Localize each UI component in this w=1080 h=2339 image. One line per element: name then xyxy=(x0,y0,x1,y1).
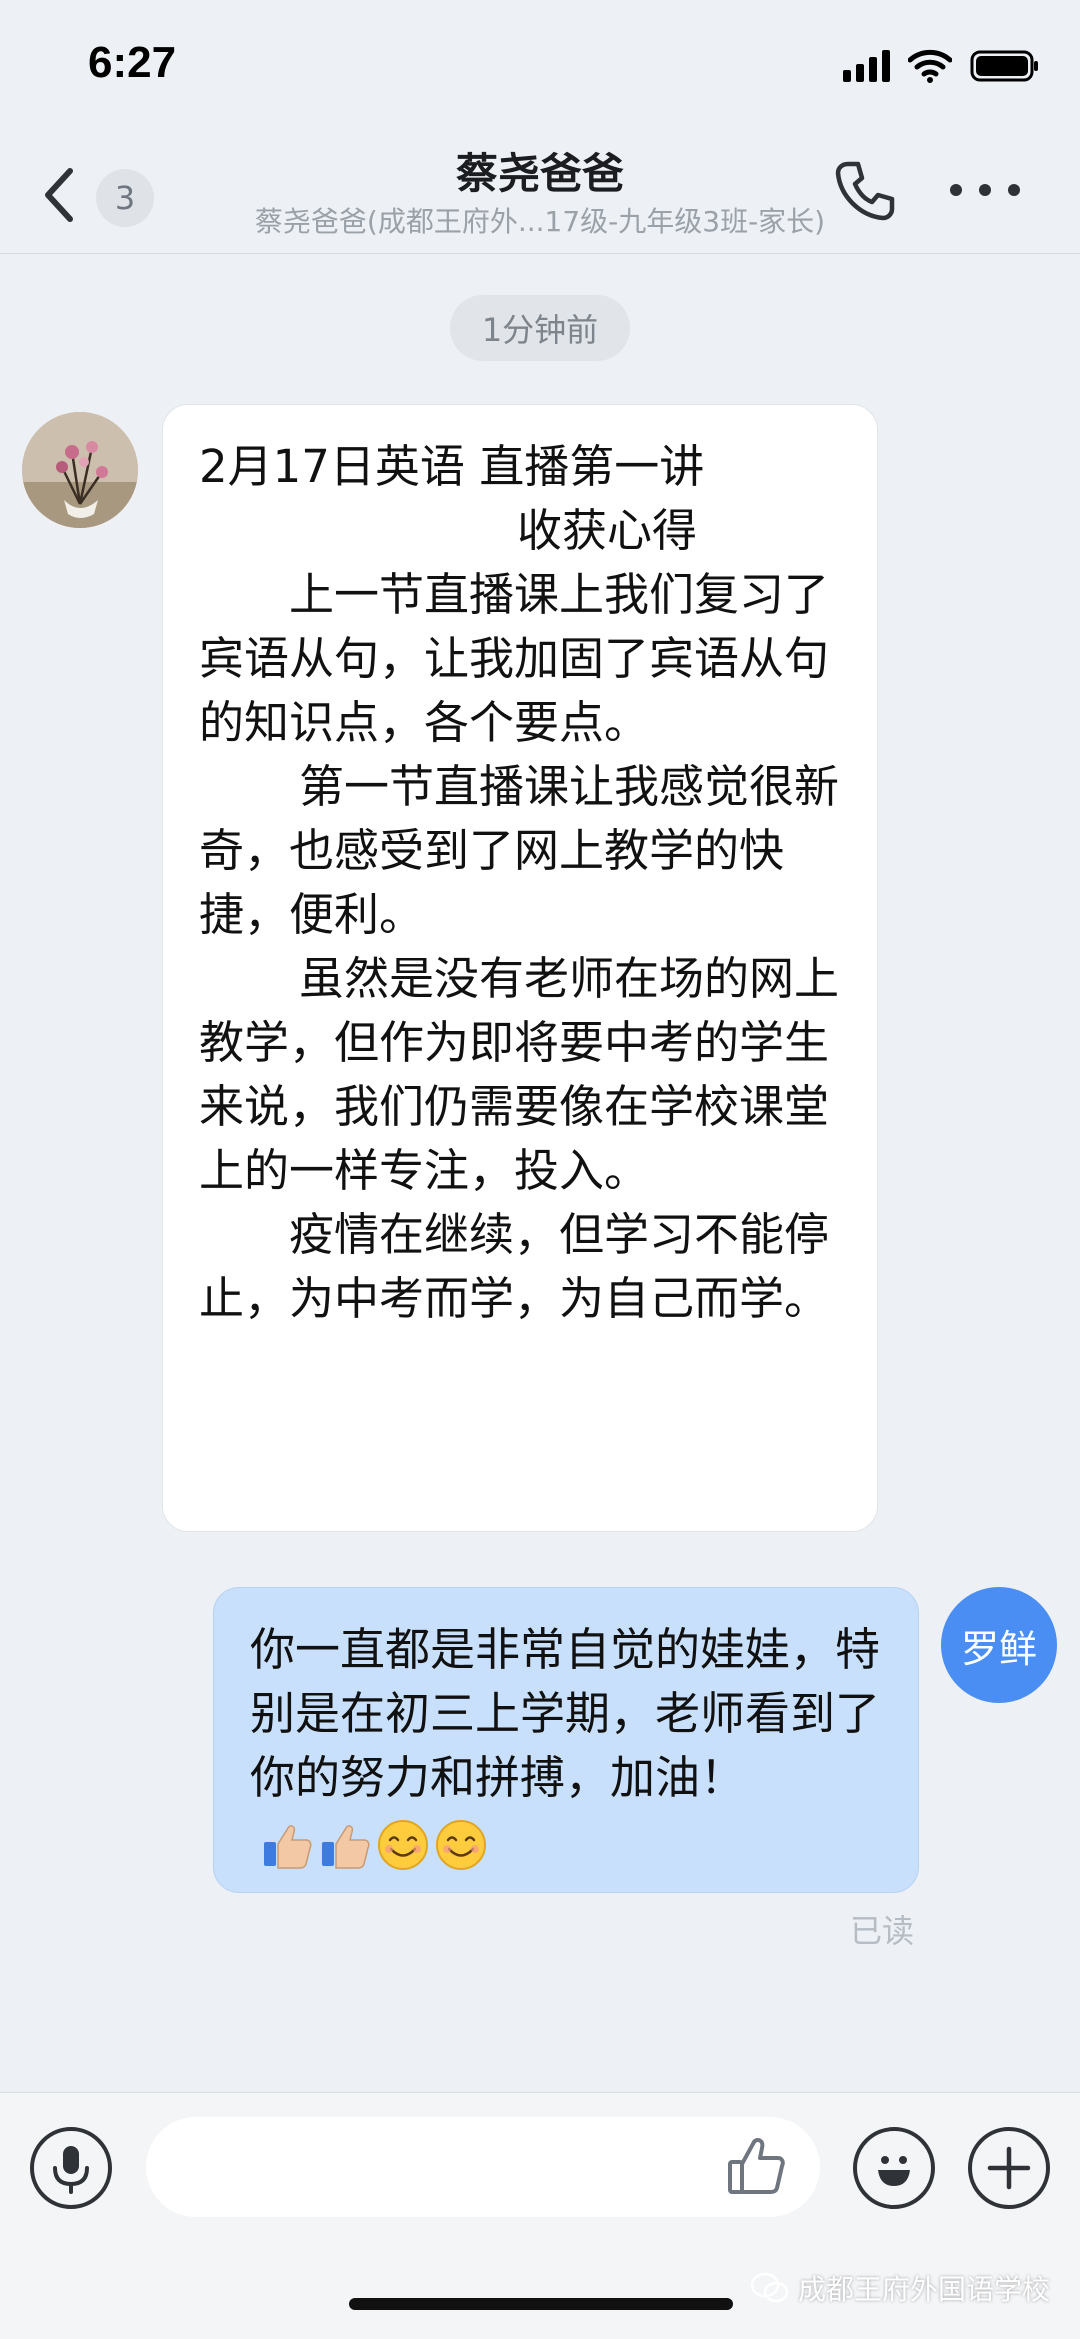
call-button[interactable] xyxy=(830,156,900,226)
outgoing-message-body: 你一直都是非常自觉的娃娃，特别是在初三上学期，老师看到了你的努力和拼搏，加油！ xyxy=(250,1623,881,1804)
smiling-face-emoji-icon xyxy=(378,1820,428,1870)
read-status: 已读 xyxy=(850,1912,915,1950)
chat-subtitle: 蔡尧爸爸(成都王府外...17级-九年级3班-家长) xyxy=(254,205,826,238)
battery-icon xyxy=(970,50,1038,82)
message-line: 收获心得 xyxy=(517,504,698,557)
phone-icon xyxy=(835,161,895,221)
message-input[interactable] xyxy=(146,2117,820,2217)
outgoing-message-bubble[interactable]: 你一直都是非常自觉的娃娃，特别是在初三上学期，老师看到了你的努力和拼搏，加油！ xyxy=(213,1587,919,1893)
dot-icon xyxy=(950,184,962,196)
emoji-group xyxy=(260,1818,488,1872)
chat-header: 3 蔡尧爸爸 蔡尧爸爸(成都王府外...17级-九年级3班-家长) xyxy=(0,130,1080,254)
outgoing-message-text: 你一直都是非常自觉的娃娃，特别是在初三上学期，老师看到了你的努力和拼搏，加油！ xyxy=(250,1618,882,1874)
smiling-face-emoji-icon xyxy=(436,1820,486,1870)
message-paragraph: 疫情在继续，但学习不能停止，为中考而学，为自己而学。 xyxy=(199,1208,830,1325)
plus-icon xyxy=(987,2146,1031,2190)
sender-avatar[interactable] xyxy=(22,412,138,528)
thumbs-up-emoji-icon xyxy=(264,1825,312,1869)
watermark-text: 成都王府外国语学校 xyxy=(797,2273,1050,2306)
cellular-signal-icon xyxy=(843,50,890,82)
emoji-button[interactable] xyxy=(853,2127,935,2209)
smiley-face-icon xyxy=(878,2156,910,2186)
message-paragraph: 虽然是没有老师在场的网上教学，但作为即将要中考的学生来说，我们仍需要像在学校课堂… xyxy=(199,952,840,1197)
home-indicator xyxy=(349,2298,733,2310)
dot-icon xyxy=(1008,184,1020,196)
thumbs-up-emoji-icon xyxy=(322,1825,370,1869)
message-line: 2月17日英语 直播第一讲 xyxy=(199,440,705,493)
microphone-icon xyxy=(53,2146,89,2194)
watermark: 成都王府外国语学校 xyxy=(750,2268,1050,2308)
status-time: 6:27 xyxy=(88,38,177,87)
wechat-icon xyxy=(750,2272,789,2303)
wifi-icon xyxy=(908,49,952,83)
more-options-button[interactable] xyxy=(950,170,1020,210)
thumbs-up-icon xyxy=(728,2138,785,2194)
chat-title: 蔡尧爸爸 xyxy=(455,149,624,198)
like-button[interactable] xyxy=(724,2134,788,2198)
message-timestamp: 1分钟前 xyxy=(450,295,630,361)
flower-avatar-image xyxy=(22,412,138,528)
add-attachment-button[interactable] xyxy=(968,2127,1050,2209)
status-icons xyxy=(843,48,1040,84)
incoming-message-bubble[interactable]: 2月17日英语 直播第一讲 收获心得 上一节直播课上我们复习了宾语从句，让我加固… xyxy=(162,404,878,1532)
my-avatar[interactable]: 罗鲜 xyxy=(941,1587,1057,1703)
status-bar: 6:27 xyxy=(0,0,1080,130)
message-paragraph: 第一节直播课让我感觉很新奇，也感受到了网上教学的快捷，便利。 xyxy=(199,760,840,941)
voice-input-button[interactable] xyxy=(30,2127,112,2209)
message-paragraph: 上一节直播课上我们复习了宾语从句，让我加固了宾语从句的知识点，各个要点。 xyxy=(199,568,830,749)
dot-icon xyxy=(979,184,991,196)
